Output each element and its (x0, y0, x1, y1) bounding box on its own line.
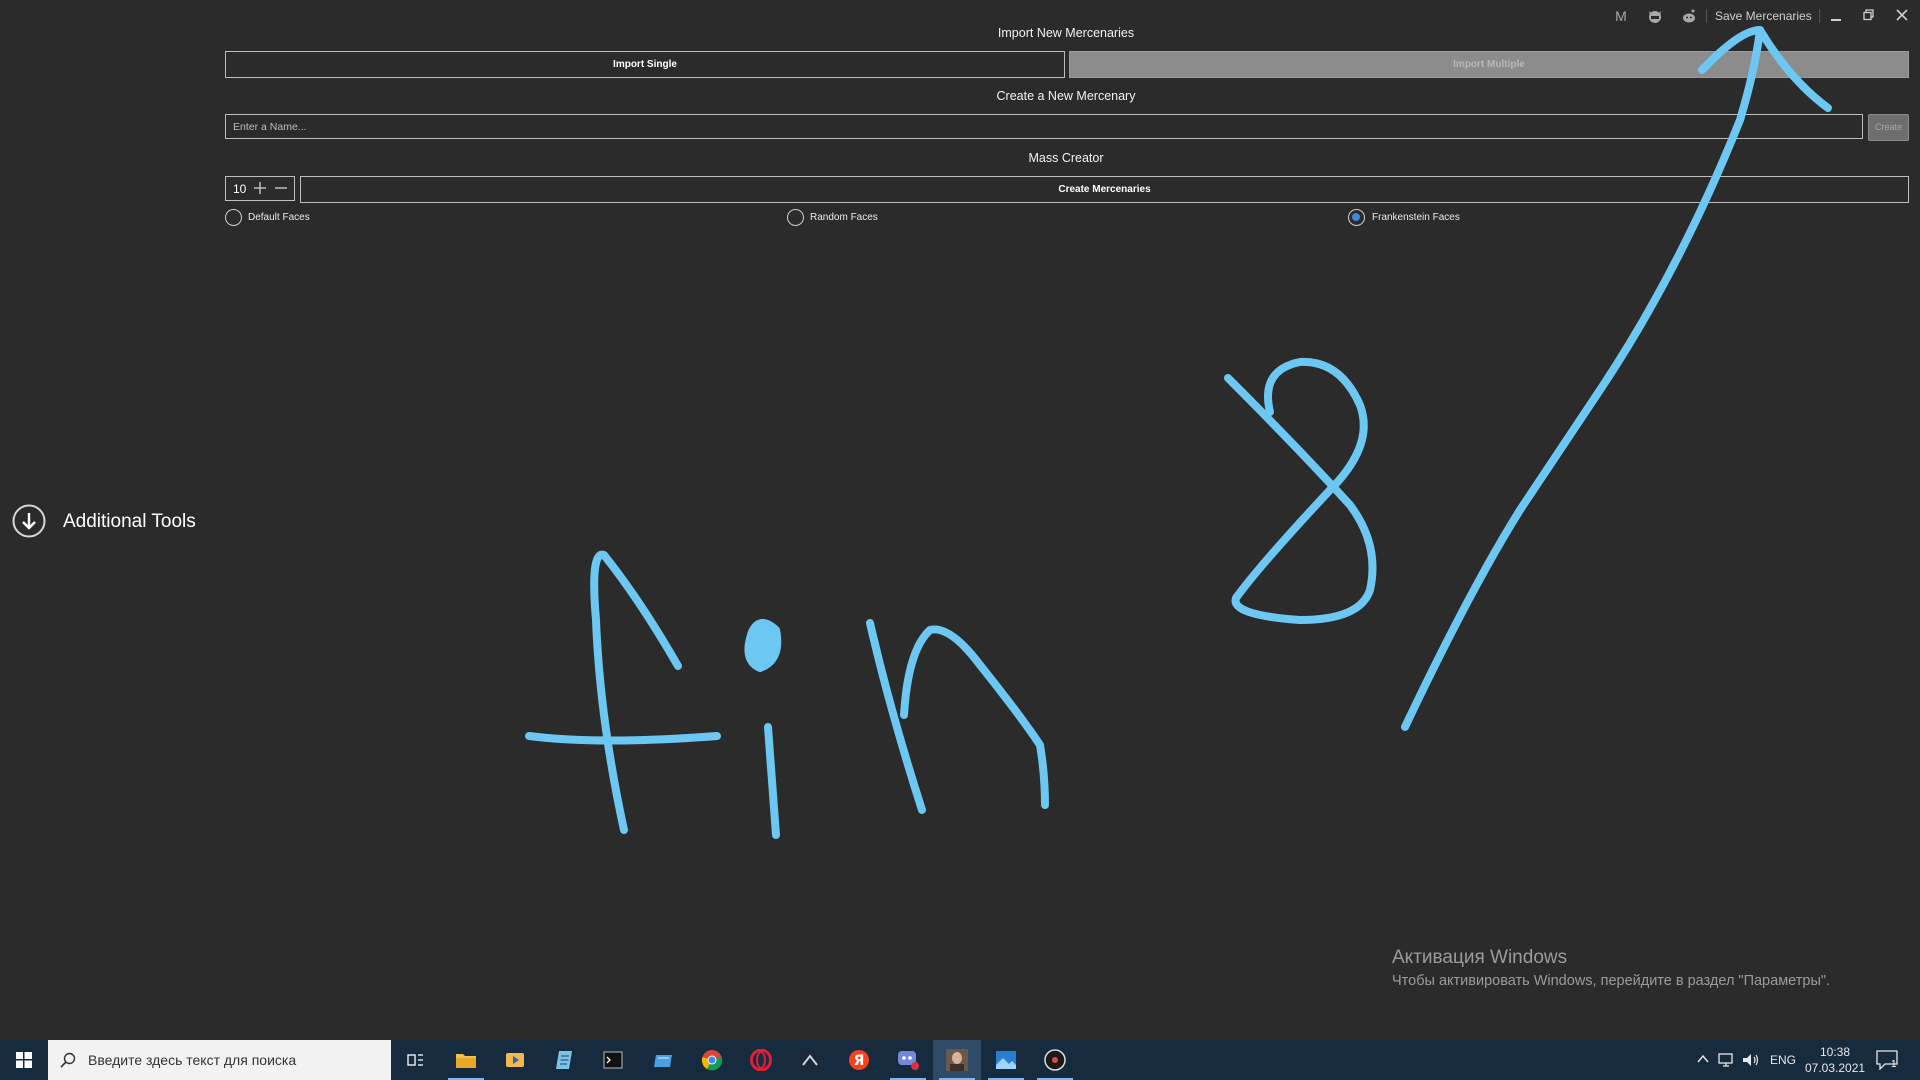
opera-icon[interactable] (737, 1040, 785, 1080)
volume-icon[interactable] (1742, 1052, 1760, 1073)
music-icon[interactable] (1031, 1040, 1079, 1080)
taskbar: Введите здесь текст для поиска Я ENG 10:… (0, 1040, 1920, 1080)
clock-time: 10:38 (1819, 1045, 1851, 1059)
file-explorer-icon[interactable] (442, 1040, 490, 1080)
steam-icon[interactable] (786, 1040, 834, 1080)
yandex-icon[interactable]: Я (835, 1040, 883, 1080)
tray-overflow-icon[interactable] (1696, 1052, 1710, 1071)
clock[interactable]: 10:38 07.03.2021 (1805, 1044, 1865, 1076)
notepad-icon[interactable] (540, 1040, 588, 1080)
photos-icon[interactable] (982, 1040, 1030, 1080)
svg-text:Я: Я (854, 1053, 865, 1069)
language-indicator[interactable]: ENG (1770, 1040, 1796, 1080)
windows-icon (16, 1052, 32, 1068)
activation-watermark-subtitle: Чтобы активировать Windows, перейдите в … (1392, 973, 1831, 989)
hand-drawn-annotation (525, 26, 1832, 839)
chrome-icon[interactable] (688, 1040, 736, 1080)
network-icon[interactable] (1718, 1052, 1736, 1073)
search-placeholder: Введите здесь текст для поиска (88, 1052, 297, 1068)
discord-icon[interactable] (884, 1040, 932, 1080)
task-view-icon[interactable] (392, 1040, 440, 1080)
folder-icon[interactable] (639, 1040, 687, 1080)
taskbar-search[interactable]: Введите здесь текст для поиска (48, 1040, 391, 1080)
terminal-icon[interactable] (589, 1040, 637, 1080)
activation-watermark-title: Активация Windows (1392, 947, 1568, 968)
game-portrait-icon[interactable] (933, 1040, 981, 1080)
start-button[interactable] (0, 1040, 48, 1080)
notification-count-badge: 1 (1891, 1059, 1897, 1070)
media-player-icon[interactable] (491, 1040, 539, 1080)
clock-date: 07.03.2021 (1805, 1061, 1866, 1075)
search-icon (60, 1052, 76, 1068)
notification-center-icon[interactable]: 1 (1876, 1050, 1898, 1075)
